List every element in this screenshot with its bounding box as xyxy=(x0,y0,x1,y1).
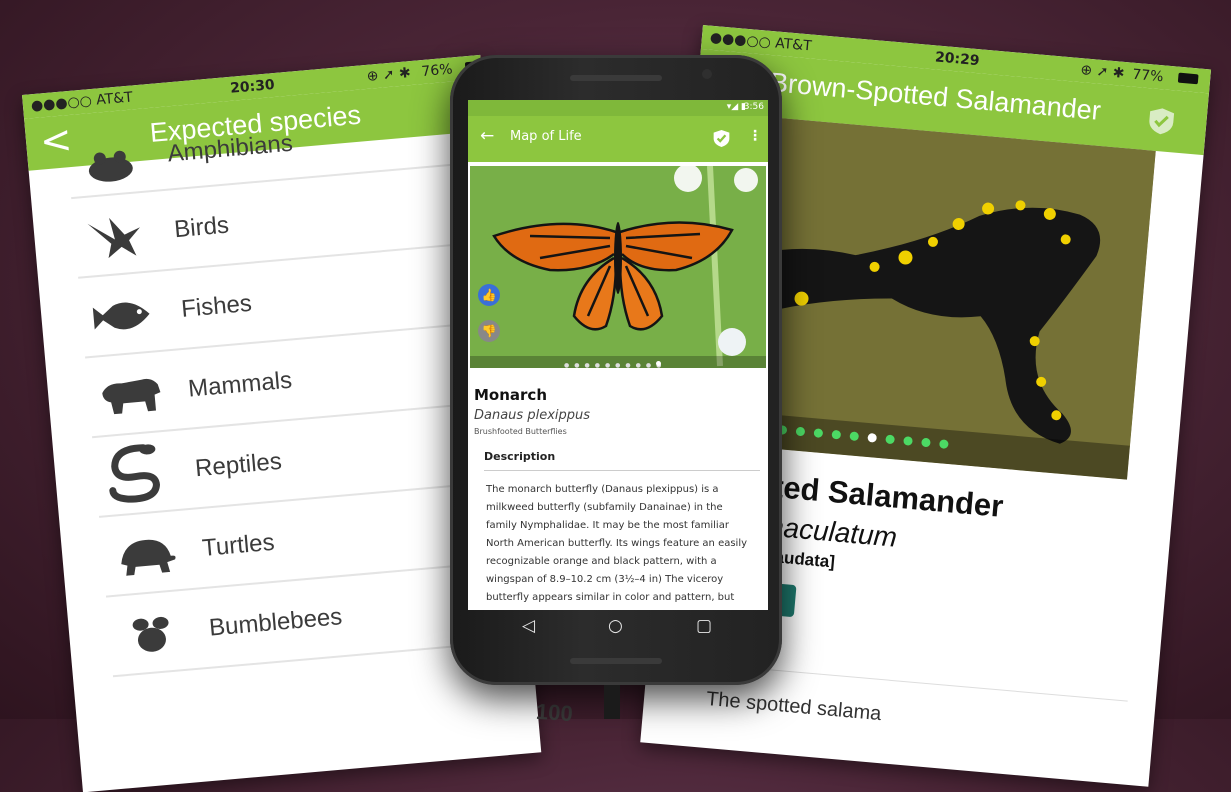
charging-cable xyxy=(604,685,620,719)
species-family: Brushfooted Butterflies xyxy=(474,427,567,436)
right-status-icons: ⊕ ➚ ✱ xyxy=(1079,62,1126,82)
carousel-indicator[interactable]: ●●●●●●●●●● xyxy=(564,361,674,368)
back-arrow-icon[interactable]: ← xyxy=(480,126,494,146)
salamander-image xyxy=(728,116,1156,480)
turtle-icon xyxy=(121,539,176,576)
species-photo: 👍 👎 ●●●●●●●●●● xyxy=(470,166,766,368)
android-phone: ▾◢ ▮ 3:56 ← Map of Life ⋮ 👍 👎 ●●●●●●●●●●… xyxy=(450,55,782,685)
overflow-menu-icon[interactable]: ⋮ xyxy=(748,128,762,144)
thumbs-up-icon[interactable]: 👍 xyxy=(478,284,500,306)
camera xyxy=(702,69,712,79)
list-item-label: Reptiles xyxy=(194,447,283,483)
recents-square-icon[interactable]: ▢ xyxy=(696,616,712,636)
snake-icon xyxy=(109,444,160,503)
left-battery: 76% xyxy=(420,61,454,81)
bird-icon xyxy=(87,217,140,259)
list-item-label: Turtles xyxy=(201,528,276,562)
android-status-bar: ▾◢ ▮ 3:56 xyxy=(468,100,768,116)
toolbar-title: Map of Life xyxy=(510,129,582,144)
home-circle-icon[interactable]: ○ xyxy=(608,616,623,636)
species-photo xyxy=(728,116,1156,480)
list-item-label: Mammals xyxy=(187,366,294,403)
shield-check-icon[interactable] xyxy=(713,129,730,148)
shield-check-icon[interactable] xyxy=(1147,106,1175,136)
android-toolbar: ← Map of Life ⋮ xyxy=(468,116,768,162)
android-screen: ▾◢ ▮ 3:56 ← Map of Life ⋮ 👍 👎 ●●●●●●●●●●… xyxy=(468,100,768,610)
description-header: Description xyxy=(484,444,760,471)
bottom-speaker xyxy=(570,658,662,664)
scientific-name: Danaus plexippus xyxy=(474,408,591,423)
top-speaker xyxy=(570,75,662,81)
list-item-label: Amphibians xyxy=(166,129,294,168)
bear-icon xyxy=(102,378,161,415)
description-text: The spotted salama xyxy=(705,687,883,726)
battery-icon xyxy=(1177,72,1199,85)
right-battery: 77% xyxy=(1131,66,1165,86)
left-time: 20:30 xyxy=(229,76,276,97)
list-item-label: Fishes xyxy=(180,289,253,323)
fish-icon xyxy=(92,302,150,330)
bee-icon xyxy=(132,616,169,652)
frog-icon xyxy=(88,150,133,182)
species-name: Monarch xyxy=(474,386,548,404)
partial-count: 100 xyxy=(535,698,574,727)
android-nav-bar: ◁ ○ ▢ xyxy=(450,610,782,650)
right-time: 20:29 xyxy=(934,49,981,70)
thumbs-down-icon[interactable]: 👎 xyxy=(478,320,500,342)
android-time: 3:56 xyxy=(743,102,764,112)
list-item-label: Birds xyxy=(173,211,230,244)
description-text: The monarch butterfly (Danaus plexippus)… xyxy=(486,484,748,603)
left-status-icons: ⊕ ➚ ✱ xyxy=(366,65,412,85)
back-triangle-icon[interactable]: ◁ xyxy=(522,616,535,636)
list-item-label: Bumblebees xyxy=(208,603,344,642)
monarch-image xyxy=(470,166,766,368)
